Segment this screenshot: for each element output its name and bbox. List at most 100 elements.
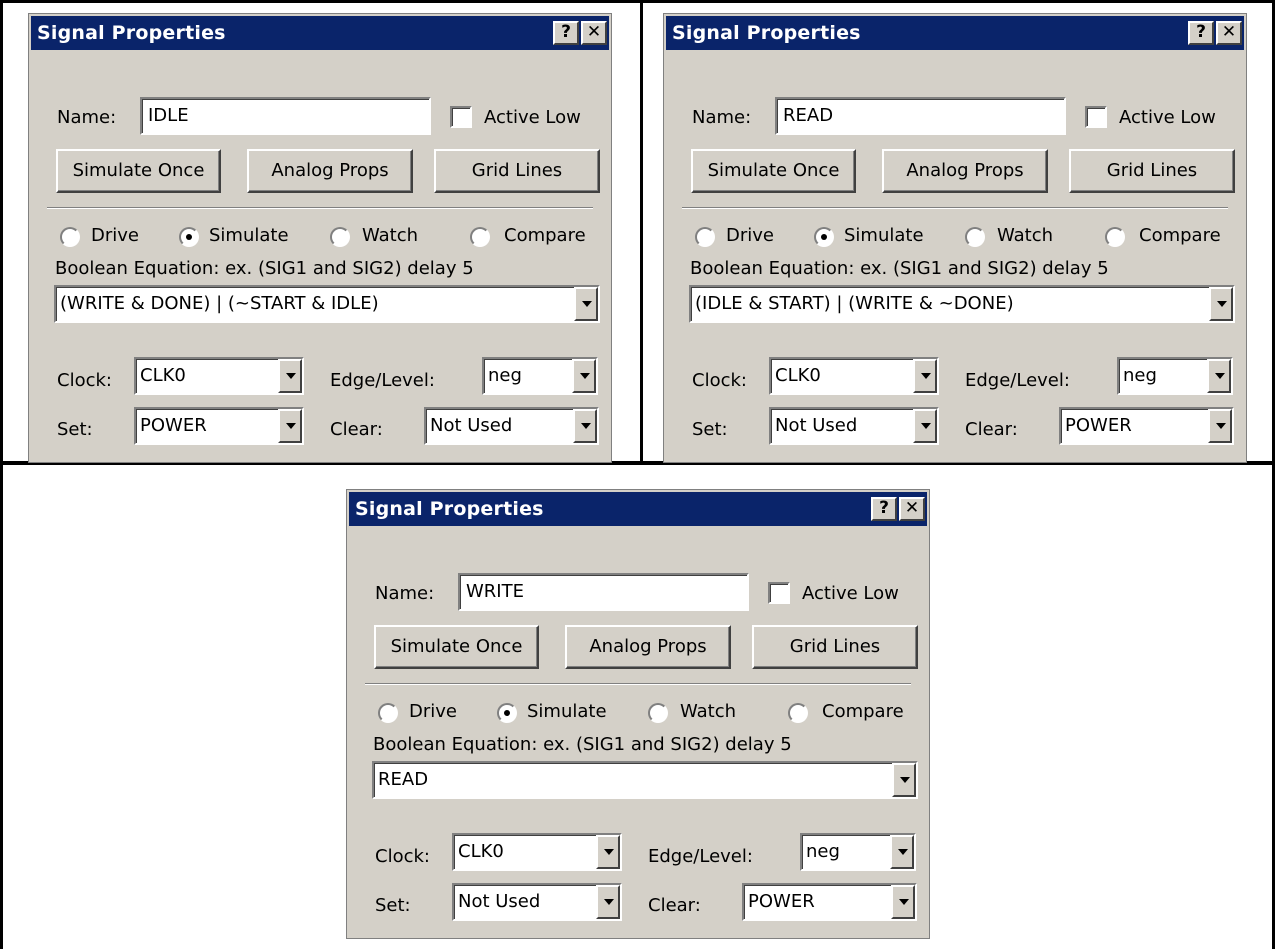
help-button[interactable]: ? bbox=[871, 497, 897, 521]
equation-combo[interactable]: READ bbox=[372, 761, 918, 799]
clear-combo[interactable]: Not Used bbox=[424, 407, 599, 445]
radio-compare-label: Compare bbox=[1139, 225, 1221, 246]
set-label: Set: bbox=[375, 895, 411, 916]
radio-drive[interactable] bbox=[378, 703, 398, 723]
grid-lines-button[interactable]: Grid Lines bbox=[752, 625, 918, 669]
chevron-down-icon[interactable] bbox=[1207, 359, 1231, 393]
chevron-down-icon[interactable] bbox=[278, 359, 302, 393]
radio-selected-dot bbox=[186, 234, 192, 240]
table-border-top bbox=[0, 0, 1275, 3]
close-button[interactable]: ✕ bbox=[1216, 21, 1242, 45]
clear-label: Clear: bbox=[330, 419, 383, 440]
clear-label: Clear: bbox=[965, 419, 1018, 440]
radio-compare[interactable] bbox=[470, 227, 490, 247]
set-label: Set: bbox=[57, 419, 93, 440]
clock-combo[interactable]: CLK0 bbox=[134, 357, 304, 395]
set-combo[interactable]: POWER bbox=[134, 407, 304, 445]
radio-compare-label: Compare bbox=[504, 225, 586, 246]
name-field[interactable]: WRITE bbox=[458, 573, 749, 611]
active-low-checkbox[interactable] bbox=[450, 106, 472, 128]
chevron-down-icon[interactable] bbox=[596, 835, 620, 869]
set-combo[interactable]: Not Used bbox=[769, 407, 939, 445]
equation-combo[interactable]: (IDLE & START) | (WRITE & ~DONE) bbox=[689, 285, 1235, 323]
grid-lines-button[interactable]: Grid Lines bbox=[434, 149, 600, 193]
radio-compare[interactable] bbox=[1105, 227, 1125, 247]
radio-watch[interactable] bbox=[965, 227, 985, 247]
equation-label: Boolean Equation: ex. (SIG1 and SIG2) de… bbox=[373, 734, 792, 755]
chevron-down-icon[interactable] bbox=[1208, 409, 1232, 443]
edge-value: neg bbox=[806, 841, 840, 862]
chevron-down-icon[interactable] bbox=[890, 835, 914, 869]
chevron-down-icon[interactable] bbox=[892, 763, 916, 797]
name-label: Name: bbox=[57, 107, 117, 128]
simulate-once-button[interactable]: Simulate Once bbox=[56, 149, 221, 193]
signal-properties-dialog-idle: Signal Properties ? ✕ Name: IDLE Active … bbox=[28, 13, 612, 463]
separator bbox=[682, 207, 1228, 209]
chevron-down-icon[interactable] bbox=[1209, 287, 1233, 321]
title-bar: Signal Properties ? ✕ bbox=[31, 16, 609, 50]
chevron-down-icon[interactable] bbox=[913, 409, 937, 443]
table-border-left bbox=[0, 0, 3, 949]
edge-value: neg bbox=[1123, 365, 1157, 386]
help-button[interactable]: ? bbox=[1188, 21, 1214, 45]
close-button[interactable]: ✕ bbox=[899, 497, 925, 521]
radio-compare-label: Compare bbox=[822, 701, 904, 722]
equation-value: (WRITE & DONE) | (~START & IDLE) bbox=[60, 293, 379, 314]
dialog-title: Signal Properties bbox=[37, 22, 226, 44]
radio-simulate[interactable] bbox=[814, 227, 834, 247]
analog-props-button[interactable]: Analog Props bbox=[565, 625, 731, 669]
active-low-checkbox[interactable] bbox=[768, 582, 790, 604]
radio-simulate[interactable] bbox=[179, 227, 199, 247]
equation-combo[interactable]: (WRITE & DONE) | (~START & IDLE) bbox=[54, 285, 600, 323]
radio-watch[interactable] bbox=[330, 227, 350, 247]
chevron-down-icon[interactable] bbox=[572, 359, 596, 393]
set-combo[interactable]: Not Used bbox=[452, 883, 622, 921]
radio-watch-label: Watch bbox=[997, 225, 1054, 246]
radio-watch[interactable] bbox=[648, 703, 668, 723]
radio-drive-label: Drive bbox=[91, 225, 139, 246]
chevron-down-icon[interactable] bbox=[573, 409, 597, 443]
edge-combo[interactable]: neg bbox=[800, 833, 916, 871]
name-label: Name: bbox=[375, 583, 435, 604]
name-value: READ bbox=[783, 105, 834, 126]
radio-drive-label: Drive bbox=[409, 701, 457, 722]
close-button[interactable]: ✕ bbox=[581, 21, 607, 45]
edge-combo[interactable]: neg bbox=[482, 357, 598, 395]
radio-drive[interactable] bbox=[60, 227, 80, 247]
chevron-down-icon[interactable] bbox=[913, 359, 937, 393]
clock-label: Clock: bbox=[692, 370, 747, 391]
name-field[interactable]: IDLE bbox=[140, 97, 431, 135]
separator bbox=[365, 683, 911, 685]
active-low-checkbox[interactable] bbox=[1085, 106, 1107, 128]
name-field[interactable]: READ bbox=[775, 97, 1066, 135]
separator bbox=[47, 207, 593, 209]
simulate-once-button[interactable]: Simulate Once bbox=[691, 149, 856, 193]
radio-simulate[interactable] bbox=[497, 703, 517, 723]
clear-combo[interactable]: POWER bbox=[1059, 407, 1234, 445]
clock-combo[interactable]: CLK0 bbox=[769, 357, 939, 395]
set-value: POWER bbox=[140, 415, 207, 436]
chevron-down-icon[interactable] bbox=[891, 885, 915, 919]
chevron-down-icon[interactable] bbox=[278, 409, 302, 443]
active-low-label: Active Low bbox=[484, 107, 581, 128]
grid-lines-button[interactable]: Grid Lines bbox=[1069, 149, 1235, 193]
clear-label: Clear: bbox=[648, 895, 701, 916]
simulate-once-button[interactable]: Simulate Once bbox=[374, 625, 539, 669]
help-button[interactable]: ? bbox=[553, 21, 579, 45]
clear-combo[interactable]: POWER bbox=[742, 883, 917, 921]
radio-simulate-label: Simulate bbox=[527, 701, 607, 722]
chevron-down-icon[interactable] bbox=[596, 885, 620, 919]
edge-label: Edge/Level: bbox=[965, 370, 1070, 391]
radio-simulate-label: Simulate bbox=[209, 225, 289, 246]
chevron-down-icon[interactable] bbox=[574, 287, 598, 321]
equation-label: Boolean Equation: ex. (SIG1 and SIG2) de… bbox=[690, 258, 1109, 279]
analog-props-button[interactable]: Analog Props bbox=[247, 149, 413, 193]
analog-props-button[interactable]: Analog Props bbox=[882, 149, 1048, 193]
title-bar: Signal Properties ? ✕ bbox=[666, 16, 1244, 50]
title-bar: Signal Properties ? ✕ bbox=[349, 492, 927, 526]
radio-compare[interactable] bbox=[788, 703, 808, 723]
edge-combo[interactable]: neg bbox=[1117, 357, 1233, 395]
clock-combo[interactable]: CLK0 bbox=[452, 833, 622, 871]
radio-drive[interactable] bbox=[695, 227, 715, 247]
name-value: WRITE bbox=[466, 581, 524, 602]
